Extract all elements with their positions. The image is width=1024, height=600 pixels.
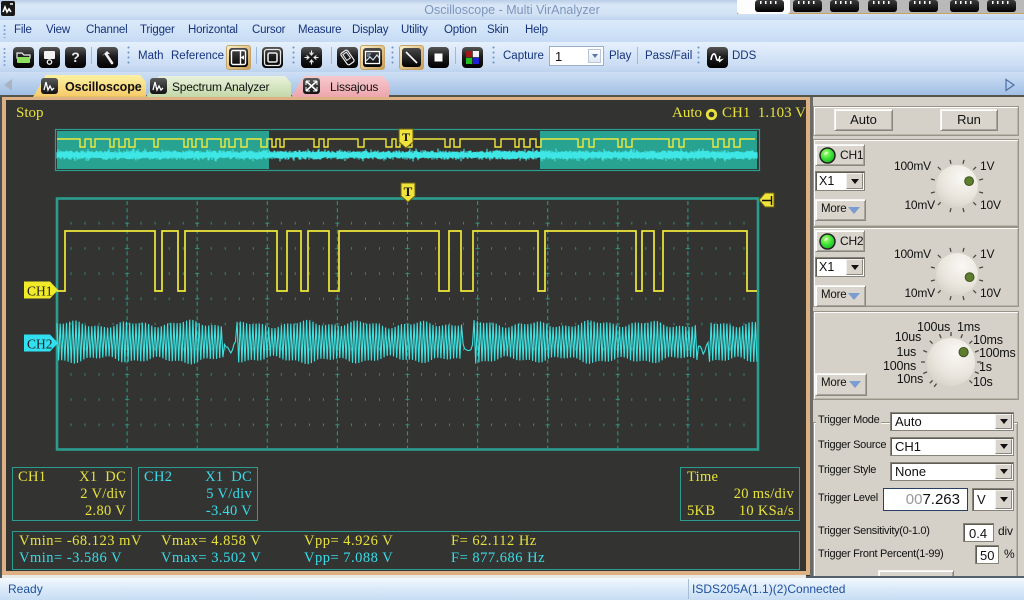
svg-text:CH1: CH1: [27, 284, 53, 299]
svg-text:T: T: [402, 130, 410, 144]
svg-text:T: T: [404, 184, 413, 199]
svg-text:CH2: CH2: [27, 337, 53, 352]
